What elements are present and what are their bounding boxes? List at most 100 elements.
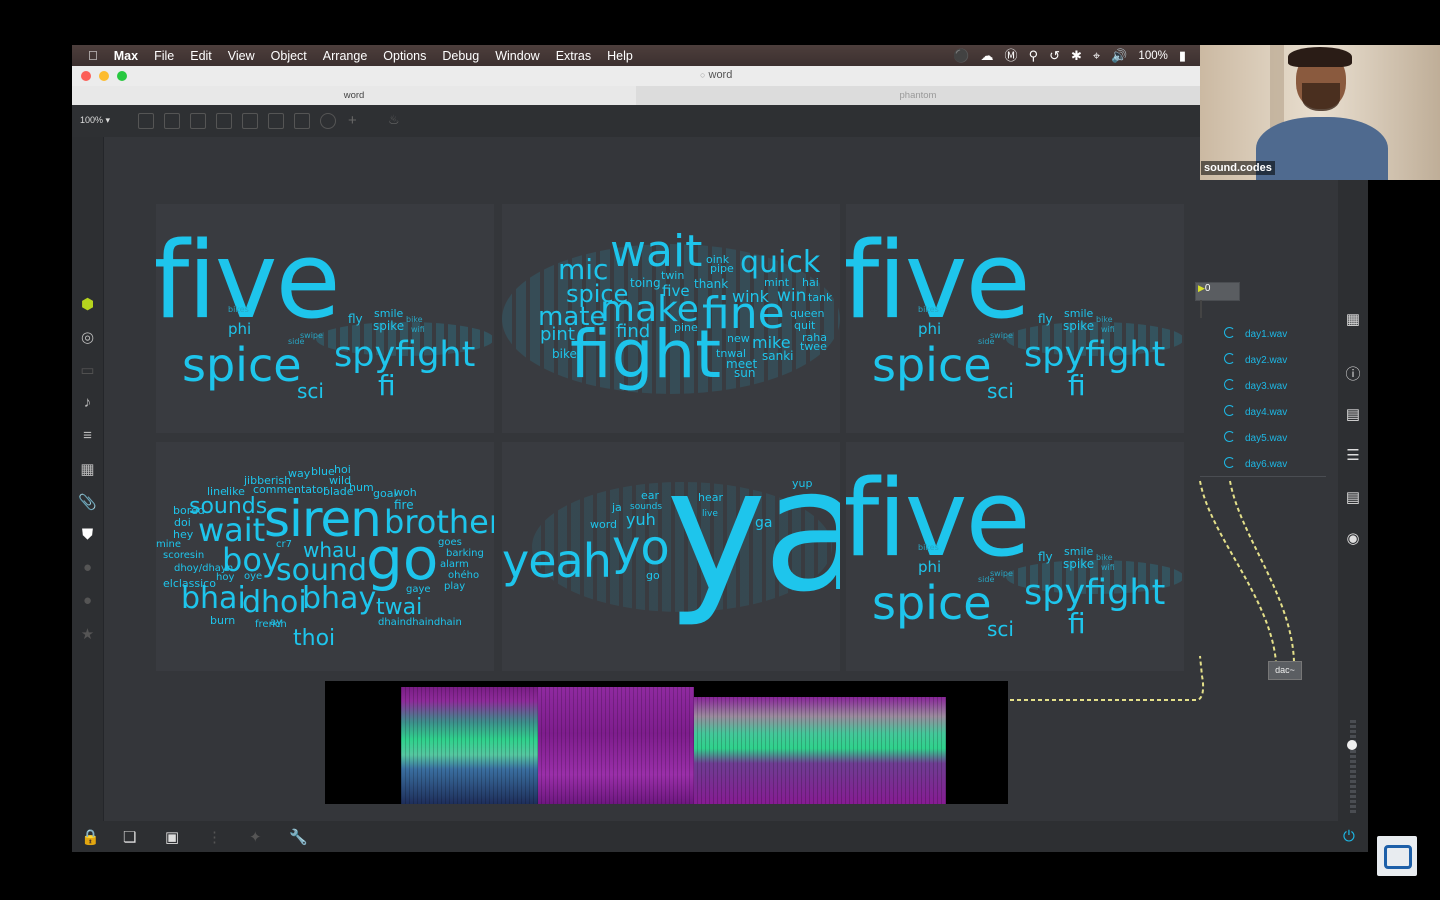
time-machine-icon[interactable]: ↺ xyxy=(1049,49,1060,62)
debug-icon[interactable]: ✦ xyxy=(249,828,262,846)
file-item[interactable]: day1.wav xyxy=(1224,327,1287,340)
cloud-word: new xyxy=(727,332,750,345)
wrench-icon[interactable]: 🔧 xyxy=(289,828,308,846)
file-item[interactable]: day2.wav xyxy=(1224,353,1287,366)
paint-icon[interactable]: ♨ xyxy=(388,112,400,128)
cloud-word: cr7 xyxy=(276,539,292,550)
volume-icon[interactable]: 🔊 xyxy=(1111,49,1127,62)
disabled-icon-1[interactable]: ● xyxy=(72,559,103,576)
cloud-word: commentator xyxy=(253,483,328,496)
volume-slider-knob[interactable] xyxy=(1347,740,1357,750)
dial-icon[interactable] xyxy=(320,113,336,129)
star-icon[interactable]: ★ xyxy=(72,625,103,643)
creative-cloud-icon[interactable]: ☁ xyxy=(981,49,994,62)
grid-dots-icon[interactable]: ⋮ xyxy=(207,828,222,846)
cloud-word: mint xyxy=(764,276,790,289)
cloud-word: ear xyxy=(641,489,660,502)
sequence-icon[interactable]: ≡ xyxy=(72,427,103,444)
image-icon[interactable]: ▦ xyxy=(72,460,103,478)
menu-debug[interactable]: Debug xyxy=(442,49,479,63)
cloud-word: bikes xyxy=(228,305,249,314)
file-name: day2.wav xyxy=(1245,355,1288,366)
toggle-icon[interactable] xyxy=(216,113,232,129)
loop-icon xyxy=(1224,353,1235,364)
target-icon[interactable]: ◎ xyxy=(72,328,103,346)
battery-icon[interactable]: ▮ xyxy=(1179,49,1186,62)
file-name: day4.wav xyxy=(1245,407,1288,418)
cloud-word: yuh xyxy=(626,510,656,529)
wordcloud-panel-3: five spice spyfight sci fi phi fly smile… xyxy=(846,204,1184,433)
wifi-icon[interactable]: ⌖ xyxy=(1093,49,1100,62)
lock-icon[interactable]: 🔒 xyxy=(81,828,100,846)
cloud-word: pipe xyxy=(710,262,734,275)
mac-menubar:  Max File Edit View Object Arrange Opti… xyxy=(72,45,1200,66)
menu-help[interactable]: Help xyxy=(607,49,633,63)
paperclip-icon[interactable]: 📎 xyxy=(72,493,103,511)
presentation-icon[interactable]: ▣ xyxy=(165,828,179,846)
cloud-word: ohého xyxy=(448,570,480,581)
cloud-word: dhoi xyxy=(242,585,307,620)
file-item[interactable]: day5.wav xyxy=(1224,431,1287,444)
menu-options[interactable]: Options xyxy=(383,49,426,63)
close-button[interactable] xyxy=(81,71,91,81)
plug-icon[interactable]: ⛊ xyxy=(72,526,103,543)
number-icon[interactable] xyxy=(268,113,284,129)
menu-view[interactable]: View xyxy=(228,49,255,63)
tab-phantom[interactable]: phantom xyxy=(636,86,1200,105)
menu-file[interactable]: File xyxy=(154,49,174,63)
file-item[interactable]: day6.wav xyxy=(1224,457,1287,470)
file-name: day1.wav xyxy=(1245,329,1288,340)
list-icon[interactable]: ☰ xyxy=(1338,446,1368,464)
cloud-word: bike xyxy=(552,347,577,361)
apple-icon[interactable]:  xyxy=(88,49,98,62)
number-box[interactable]: ▶0 xyxy=(1195,282,1240,301)
m-icon[interactable]: Ⓜ xyxy=(1005,49,1018,62)
zoom-select[interactable]: 100% ▾ xyxy=(80,115,110,126)
camera-icon[interactable]: ◉ xyxy=(1338,529,1368,547)
menu-object[interactable]: Object xyxy=(271,49,307,63)
add-icon[interactable]: + xyxy=(348,112,357,129)
screen-recorder-icon[interactable] xyxy=(1377,836,1417,876)
menu-extras[interactable]: Extras xyxy=(556,49,591,63)
cloud-word: go xyxy=(646,569,660,582)
cube-icon[interactable]: ⬢ xyxy=(72,295,103,313)
wordcloud-panel-4: siren sounds wait brother go boy sound w… xyxy=(156,442,494,671)
cloud-word: tank xyxy=(808,291,833,304)
cloud-word: whau xyxy=(303,538,357,562)
menu-arrange[interactable]: Arrange xyxy=(323,49,367,63)
slider-icon[interactable] xyxy=(294,113,310,129)
disabled-icon-2[interactable]: ● xyxy=(72,592,103,609)
reference-icon[interactable]: ▤ xyxy=(1338,488,1368,506)
cloud-word: dhaindhaindhain xyxy=(378,617,462,628)
comment-icon[interactable] xyxy=(190,113,206,129)
book-icon[interactable]: ▤ xyxy=(1338,405,1368,423)
cloud-word: go xyxy=(366,525,439,593)
dac-object[interactable]: dac~ xyxy=(1268,661,1302,680)
object-icon[interactable] xyxy=(138,113,154,129)
power-icon[interactable]: ⏻ xyxy=(1343,828,1355,845)
tab-word[interactable]: word xyxy=(72,86,636,105)
display-icon[interactable]: ▭ xyxy=(72,361,103,379)
music-note-icon[interactable]: ♪ xyxy=(72,394,103,411)
info-icon[interactable]: ⓘ xyxy=(1338,363,1368,384)
cloud-word: hum xyxy=(349,481,374,494)
menu-app-max[interactable]: Max xyxy=(114,49,138,63)
bluetooth-icon[interactable]: ✱ xyxy=(1071,49,1082,62)
menu-edit[interactable]: Edit xyxy=(190,49,212,63)
windows-icon[interactable]: ❏ xyxy=(123,828,136,846)
window-titlebar: ○ word xyxy=(72,66,1200,87)
message-icon[interactable] xyxy=(164,113,180,129)
file-item[interactable]: day3.wav xyxy=(1224,379,1287,392)
menu-window[interactable]: Window xyxy=(495,49,539,63)
cloud-word: fire xyxy=(394,498,414,512)
bang-icon[interactable] xyxy=(242,113,258,129)
minimize-button[interactable] xyxy=(99,71,109,81)
file-item[interactable]: day4.wav xyxy=(1224,405,1287,418)
search-icon[interactable]: ⚲ xyxy=(1029,49,1039,62)
cloud-word: bored xyxy=(173,504,205,517)
left-sidebar: ⬢ ◎ ▭ ♪ ≡ ▦ 📎 ⛊ ● ● ★ xyxy=(72,137,104,825)
zoom-button[interactable] xyxy=(117,71,127,81)
grid-icon[interactable]: ▦ xyxy=(1338,310,1368,328)
do-not-disturb-icon[interactable]: ⚫ xyxy=(953,49,969,62)
cloud-word: oye xyxy=(244,571,263,582)
